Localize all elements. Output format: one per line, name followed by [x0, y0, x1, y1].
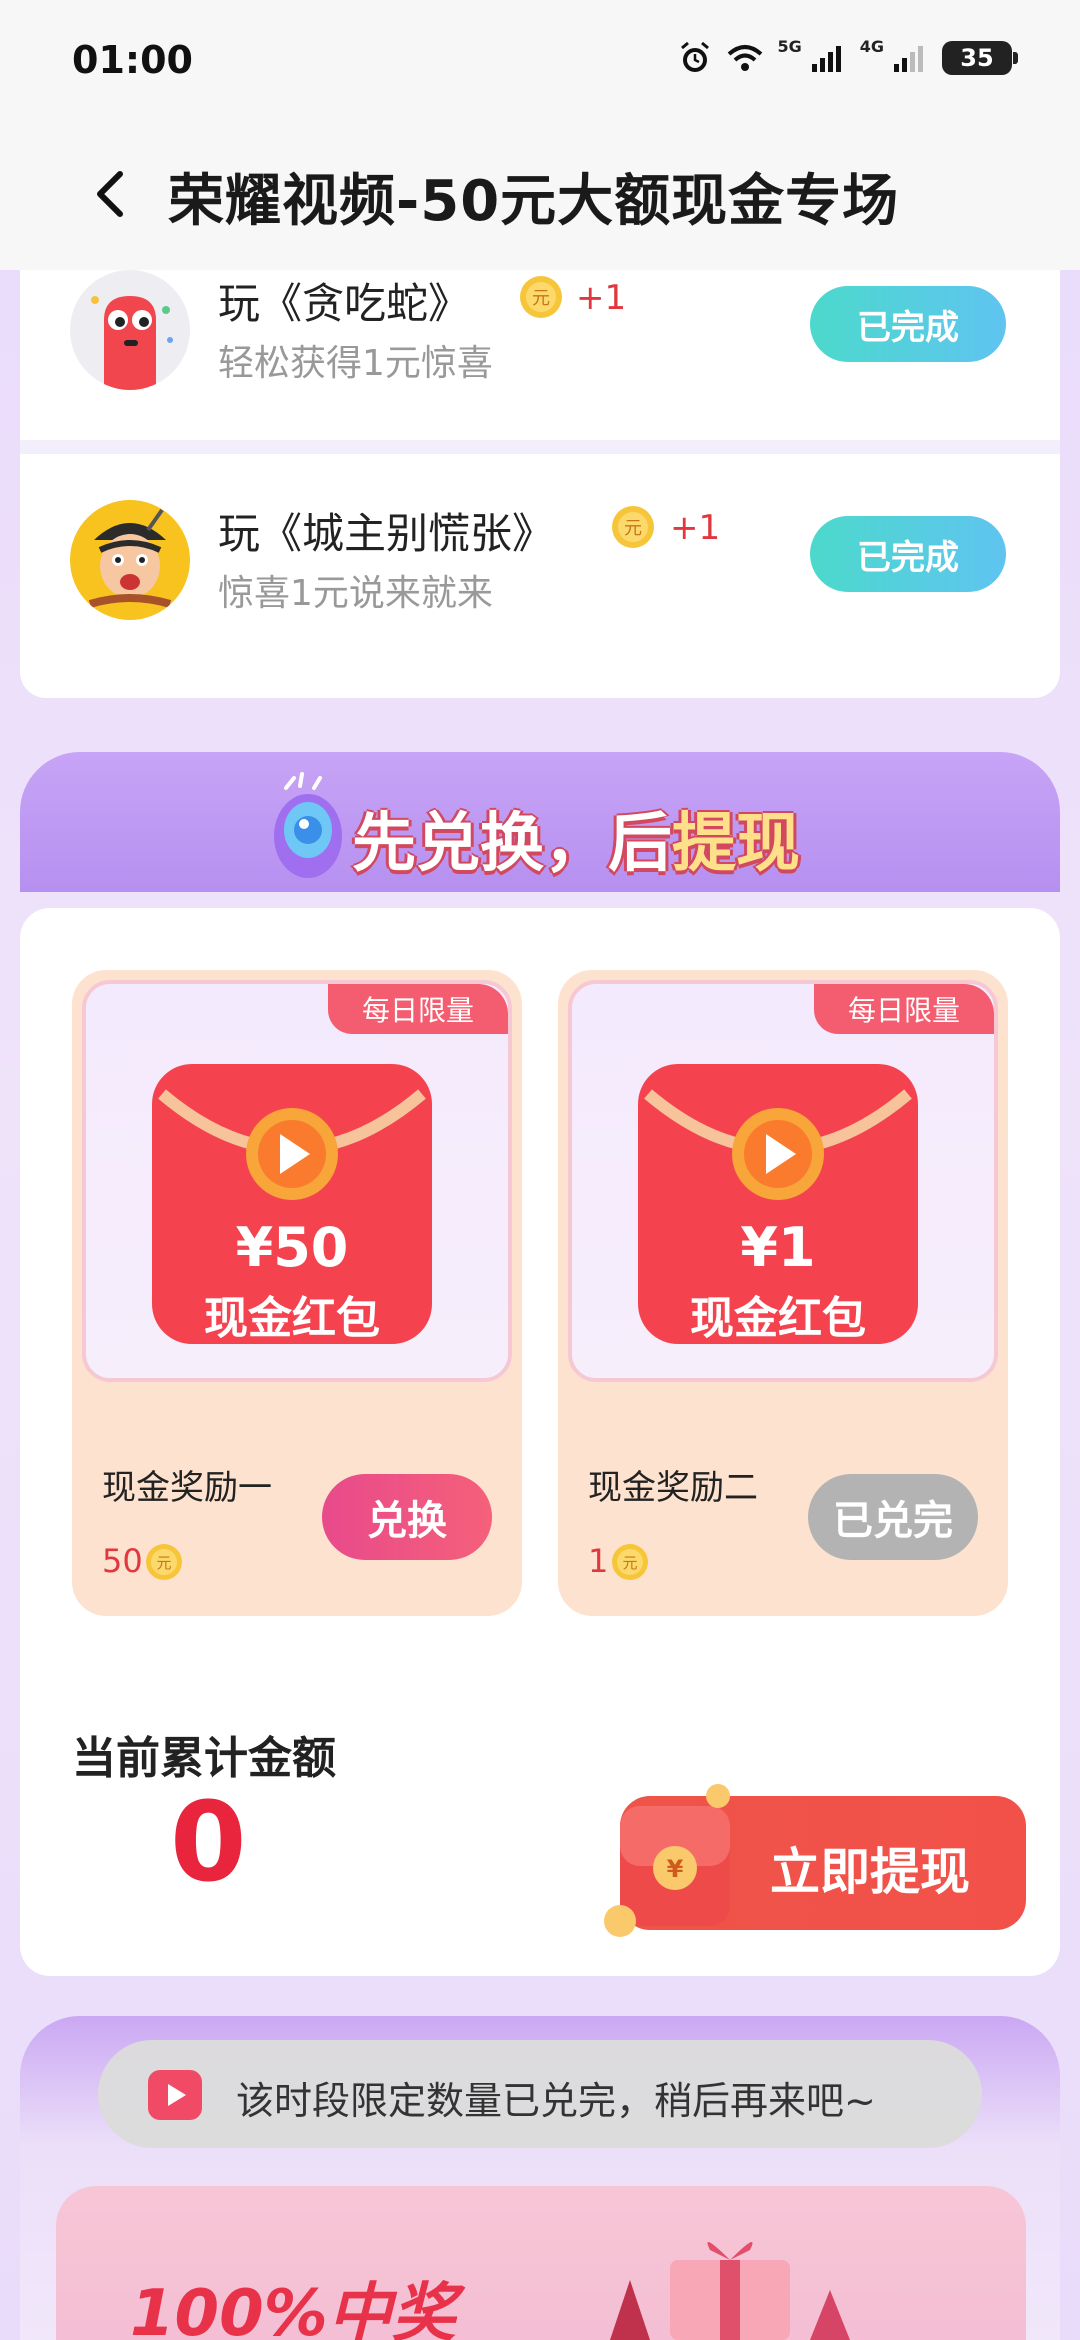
- svg-text:¥: ¥: [667, 1855, 684, 1883]
- status-bar: 01:00 5G 4G 35: [0, 0, 1080, 120]
- total-amount-value: 0: [170, 1778, 247, 1906]
- gift-box-icon: [610, 2242, 850, 2340]
- task-subtitle: 轻松获得1元惊喜: [218, 343, 493, 384]
- page-title: 荣耀视频-50元大额现金专场: [168, 169, 900, 234]
- task-item: 玩《城主别慌张》 元 +1 惊喜1元说来就来 已完成: [20, 500, 1060, 650]
- status-time: 01:00: [72, 38, 193, 82]
- back-arrow-icon[interactable]: [82, 164, 142, 224]
- exchange-card: ¥50 现金红包 每日限量 现金奖励一 50 元 兑换 ¥1 现金红包 每日限量…: [20, 908, 1060, 1976]
- reward-image: ¥50 现金红包 每日限量: [82, 980, 512, 1382]
- reward-cost: 50: [102, 1542, 143, 1580]
- coin-icon: 元: [520, 276, 562, 318]
- withdraw-button[interactable]: ¥ 立即提现: [604, 1784, 1026, 1937]
- reward-name: 现金奖励二: [588, 1468, 758, 1508]
- wifi-icon: [728, 45, 763, 71]
- banner-title-highlight: 提现: [672, 807, 800, 881]
- exchange-button[interactable]: 兑换: [322, 1474, 492, 1560]
- svg-text:元: 元: [624, 518, 642, 539]
- battery-indicator: 35: [942, 41, 1018, 75]
- coin-icon: 元: [612, 1544, 648, 1580]
- task-title: 玩《贪吃蛇》: [218, 279, 471, 328]
- packet-amount: ¥1: [740, 1216, 816, 1279]
- alarm-icon: [681, 41, 710, 72]
- signal-4g-icon: [894, 46, 923, 72]
- packet-amount: ¥50: [235, 1216, 349, 1279]
- task-completed-button[interactable]: 已完成: [810, 286, 1006, 362]
- reward-card: ¥50 现金红包 每日限量 现金奖励一 50 元 兑换: [72, 970, 522, 1616]
- daily-limit-tag: 每日限量: [328, 984, 508, 1034]
- signal-4g-label: 4G: [859, 36, 884, 56]
- toast-text: 该时段限定数量已兑完，稍后再来吧~: [236, 2079, 876, 2123]
- red-envelope-icon: ¥: [604, 1784, 730, 1937]
- reward-image: ¥1 现金红包 每日限量: [568, 980, 998, 1382]
- reward-card: ¥1 现金红包 每日限量 现金奖励二 1 元 已兑完: [558, 970, 1008, 1616]
- packet-label: 现金红包: [204, 1293, 380, 1344]
- task-completed-button[interactable]: 已完成: [810, 516, 1006, 592]
- task-title: 玩《城主别慌张》: [218, 509, 555, 558]
- city-lord-game-avatar: [70, 500, 190, 620]
- status-icons: 5G 4G 35: [677, 36, 1018, 76]
- banner-title-part1: 先兑换，后: [352, 807, 672, 881]
- svg-text:元: 元: [532, 288, 550, 309]
- total-amount-label: 当前累计金额: [72, 1733, 336, 1784]
- task-list-card: 玩《贪吃蛇》 元 +1 轻松获得1元惊喜 已完成 玩《城主别慌张》 元 +1 惊…: [20, 270, 1060, 698]
- coin-icon: 元: [146, 1544, 182, 1580]
- header: 荣耀视频-50元大额现金专场: [0, 120, 1080, 270]
- sold-out-button[interactable]: 已兑完: [808, 1474, 978, 1560]
- task-item: 玩《贪吃蛇》 元 +1 轻松获得1元惊喜 已完成: [20, 270, 1060, 420]
- prize-banner-text: 100%中奖: [130, 2277, 456, 2340]
- mascot-icon: [274, 772, 342, 878]
- svg-text:元: 元: [156, 1554, 171, 1572]
- task-subtitle: 惊喜1元说来就来: [218, 573, 493, 614]
- withdraw-label: 立即提现: [770, 1843, 970, 1901]
- section-banner-title: 先兑换，后提现: [352, 792, 800, 884]
- snake-game-avatar: [70, 270, 190, 390]
- reward-points: +1: [670, 508, 721, 548]
- signal-5g-icon: [811, 46, 841, 72]
- divider: [20, 440, 1060, 454]
- video-play-icon: [148, 2070, 202, 2120]
- coin-icon: 元: [612, 506, 654, 548]
- daily-limit-tag: 每日限量: [814, 984, 994, 1034]
- signal-5g-label: 5G: [777, 36, 802, 56]
- reward-name: 现金奖励一: [102, 1468, 272, 1508]
- svg-text:元: 元: [622, 1554, 637, 1572]
- reward-points: +1: [576, 278, 627, 318]
- reward-cost: 1: [588, 1542, 609, 1580]
- packet-label: 现金红包: [690, 1293, 866, 1344]
- toast-message: 该时段限定数量已兑完，稍后再来吧~: [98, 2040, 982, 2148]
